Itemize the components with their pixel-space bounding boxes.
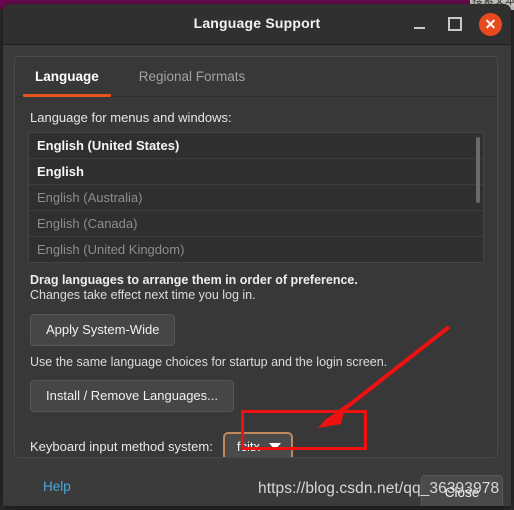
tab-language[interactable]: Language (15, 57, 119, 97)
input-method-select[interactable]: fcitx (222, 432, 293, 457)
input-method-label: Keyboard input method system: (30, 439, 213, 454)
minimize-button[interactable] (407, 12, 431, 36)
footer-bar: Help Close (3, 469, 511, 506)
apply-button-wrapper: Apply System-Wide (30, 314, 484, 346)
list-item[interactable]: English (United States) (29, 133, 483, 159)
language-support-window: Language Support Language Regional Forma… (3, 4, 511, 506)
tab-bar: Language Regional Formats (15, 57, 497, 97)
help-link[interactable]: Help (43, 479, 71, 494)
window-controls (407, 4, 502, 44)
tab-language-label: Language (35, 69, 99, 84)
window-body: Language Regional Formats Language for m… (3, 45, 511, 506)
tab-regional-formats[interactable]: Regional Formats (119, 57, 266, 96)
input-method-row: Keyboard input method system: fcitx (30, 432, 484, 457)
language-list[interactable]: English (United States) English English … (28, 132, 484, 263)
apply-system-wide-button[interactable]: Apply System-Wide (30, 314, 176, 346)
maximize-icon (448, 17, 462, 31)
input-method-value: fcitx (236, 439, 260, 454)
list-item[interactable]: English (United Kingdom) (29, 237, 483, 262)
chevron-down-icon (268, 443, 281, 450)
screenshot-root: 搜索文本信息 Language Support La (0, 0, 514, 510)
tab-regional-formats-label: Regional Formats (138, 69, 246, 84)
scrollbar-thumb[interactable] (476, 137, 480, 203)
tab-content-language: Language for menus and windows: English … (15, 97, 497, 457)
drag-hint-text: Drag languages to arrange them in order … (30, 273, 358, 287)
close-dialog-button[interactable]: Close (421, 475, 503, 506)
close-window-button[interactable] (479, 12, 502, 36)
language-list-scrollbar[interactable] (476, 137, 480, 261)
apply-description-text: Use the same language choices for startu… (30, 355, 388, 369)
list-item[interactable]: English (Canada) (29, 211, 483, 237)
minimize-icon (413, 26, 425, 29)
maximize-button[interactable] (443, 12, 467, 36)
install-button-wrapper: Install / Remove Languages... (30, 380, 484, 412)
title-bar[interactable]: Language Support (3, 4, 511, 45)
content-panel: Language Regional Formats Language for m… (14, 56, 498, 458)
list-item[interactable]: English (29, 159, 483, 185)
changes-hint-text: Changes take effect next time you log in… (30, 288, 256, 302)
language-list-label: Language for menus and windows: (30, 110, 232, 125)
list-item[interactable]: English (Australia) (29, 185, 483, 211)
install-remove-languages-button[interactable]: Install / Remove Languages... (30, 380, 234, 412)
